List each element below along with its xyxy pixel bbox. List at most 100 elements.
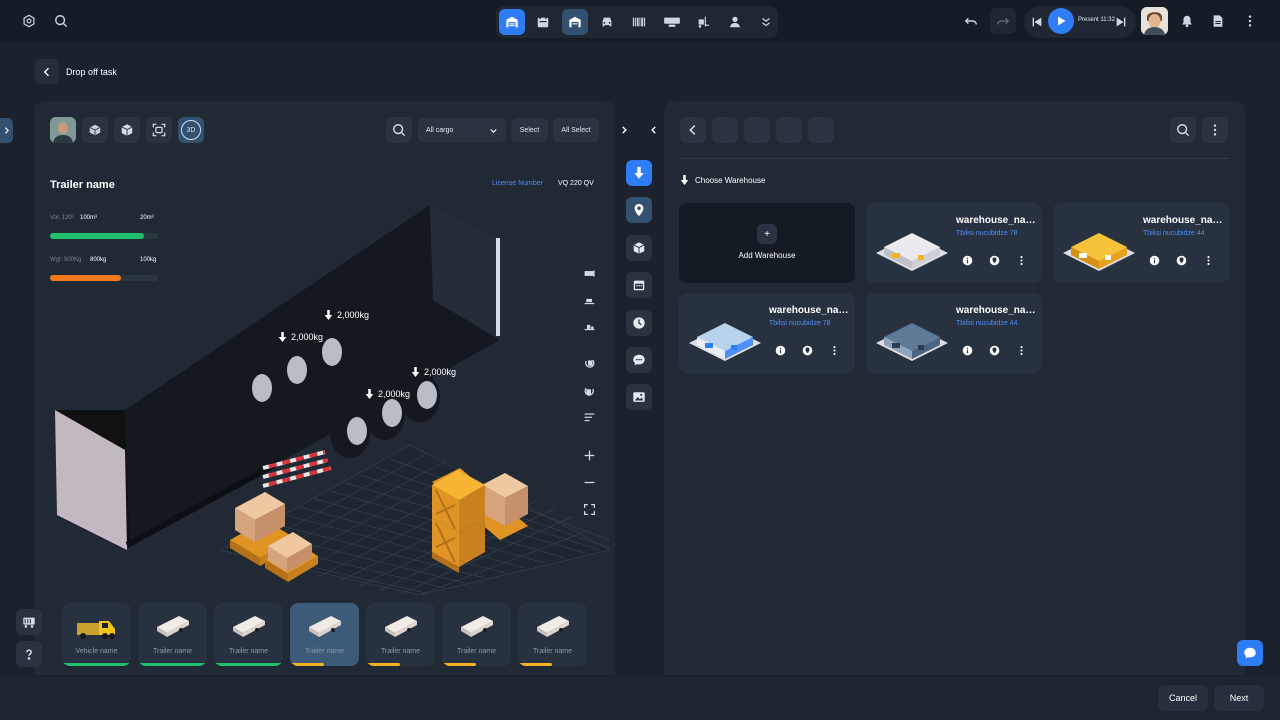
warehouse-card[interactable]: warehouse_name Tbilisi nucubidze 78	[866, 203, 1042, 283]
vehicle-card[interactable]: Vehicle name	[62, 603, 131, 666]
vehicle-card[interactable]: Trailer name	[138, 603, 207, 666]
warehouse-icon[interactable]	[499, 9, 525, 35]
search-icon[interactable]	[48, 8, 74, 34]
undo-icon[interactable]	[958, 8, 984, 34]
select-button[interactable]: Select	[511, 118, 548, 142]
car-icon[interactable]	[594, 9, 620, 35]
next-icon[interactable]	[1110, 9, 1132, 35]
arrow-down-icon	[365, 389, 374, 399]
add-warehouse-card[interactable]: + Add Warehouse	[679, 203, 855, 283]
truck-view-icon[interactable]	[578, 315, 600, 337]
chevrons-down-icon[interactable]	[754, 9, 778, 35]
info-icon[interactable]	[958, 341, 976, 359]
chevron-right-icon	[4, 127, 9, 134]
help-button[interactable]	[16, 641, 42, 667]
forklift-icon[interactable]	[690, 9, 716, 35]
warehouse-back-button[interactable]	[680, 117, 706, 143]
driver-avatar[interactable]	[50, 117, 76, 143]
info-icon[interactable]	[771, 341, 789, 359]
info-icon[interactable]	[958, 251, 976, 269]
forklift-view-icon[interactable]	[578, 289, 600, 311]
collapse-left-button[interactable]	[648, 122, 660, 138]
view-3d-button[interactable]: 3D	[178, 117, 204, 143]
settings-icon[interactable]	[16, 8, 42, 34]
pin-icon[interactable]	[985, 251, 1003, 269]
vehicle-card[interactable]: Trailer name	[518, 603, 587, 666]
sort-icon[interactable]	[578, 406, 600, 428]
warehouse-card[interactable]: warehouse_name Tbilisi nucubidze 44	[866, 293, 1042, 373]
step-tab-3[interactable]	[776, 117, 802, 143]
warehouse-menu-button[interactable]	[1202, 117, 1228, 143]
footer-bar	[0, 677, 1280, 720]
next-button[interactable]: Next	[1214, 685, 1264, 711]
rotate-right-icon[interactable]	[578, 380, 600, 402]
rotate-left-icon[interactable]	[578, 352, 600, 374]
fullscreen-icon[interactable]	[578, 498, 600, 520]
search-icon	[1177, 124, 1190, 137]
more-vertical-icon[interactable]	[1199, 251, 1217, 269]
axle-weight-4: 2,000kg	[365, 389, 410, 399]
warehouse-card[interactable]: warehouse_name Tbilisi nucubidze 78	[679, 293, 855, 373]
warehouse-illustration	[876, 233, 948, 271]
chat-tab[interactable]	[626, 347, 652, 373]
garage-icon[interactable]	[562, 9, 588, 35]
cancel-button[interactable]: Cancel	[1158, 685, 1208, 711]
calendar-icon[interactable]	[530, 9, 556, 35]
barcode-icon[interactable]	[626, 9, 652, 35]
step-tab-2[interactable]	[744, 117, 770, 143]
cargo-tab[interactable]	[626, 235, 652, 261]
axle-weight-1-value: 2,000kg	[337, 310, 370, 320]
calendar-tab[interactable]	[626, 272, 652, 298]
back-button[interactable]	[35, 59, 59, 84]
bell-icon[interactable]	[1174, 8, 1200, 34]
gallery-tab[interactable]	[626, 384, 652, 410]
help-icon	[26, 649, 32, 660]
avatar[interactable]	[1141, 7, 1168, 35]
cargo-boxes-icon[interactable]	[82, 117, 108, 143]
collapse-right-button[interactable]	[618, 122, 630, 138]
scan-box-icon[interactable]	[146, 117, 172, 143]
truck-list-icon[interactable]	[658, 9, 686, 35]
more-vertical-icon[interactable]	[825, 341, 843, 359]
support-chat-button[interactable]	[1237, 640, 1263, 666]
time-tab[interactable]	[626, 310, 652, 336]
drop-off-tab[interactable]	[626, 160, 652, 186]
user-icon[interactable]	[722, 9, 748, 35]
warehouse-address: Tbilisi nucubidze 44	[1143, 230, 1205, 237]
trailer-view-icon[interactable]	[578, 262, 600, 284]
search-cargo-button[interactable]	[386, 117, 412, 143]
location-tab[interactable]	[626, 197, 652, 223]
more-vertical-icon[interactable]	[1237, 8, 1263, 34]
vehicle-card[interactable]: Trailer name	[366, 603, 435, 666]
warehouse-card[interactable]: warehouse_name Tbilisi nucubidze 44	[1053, 203, 1229, 283]
redo-icon[interactable]	[990, 8, 1016, 34]
vehicle-label: Vehicle name	[75, 648, 118, 655]
document-icon[interactable]	[1205, 8, 1231, 34]
zoom-out-icon[interactable]	[578, 471, 600, 493]
warehouse-search-button[interactable]	[1170, 117, 1196, 143]
pin-icon[interactable]	[1172, 251, 1190, 269]
expand-sidebar-button[interactable]	[0, 118, 13, 143]
vehicle-card[interactable]: Trailer name	[442, 603, 511, 666]
vehicle-card[interactable]: Trailer name	[214, 603, 283, 666]
step-tab-4[interactable]	[808, 117, 834, 143]
play-button[interactable]	[1048, 8, 1074, 34]
search-icon	[393, 124, 406, 137]
pin-icon[interactable]	[798, 341, 816, 359]
box-icon[interactable]	[114, 117, 140, 143]
pin-icon[interactable]	[985, 341, 1003, 359]
previous-icon[interactable]	[1026, 9, 1048, 35]
truck-fleet-button[interactable]	[16, 609, 42, 635]
plus-icon: +	[757, 224, 777, 244]
cargo-filter-value: All cargo	[426, 126, 454, 134]
play-icon	[1058, 16, 1066, 26]
info-icon[interactable]	[1145, 251, 1163, 269]
step-tab-1[interactable]	[712, 117, 738, 143]
more-vertical-icon[interactable]	[1012, 341, 1030, 359]
cargo-filter-select[interactable]: All cargo	[418, 118, 506, 142]
vehicle-card[interactable]: Trailer name	[290, 603, 359, 666]
more-vertical-icon[interactable]	[1012, 251, 1030, 269]
zoom-in-icon[interactable]	[578, 444, 600, 466]
image-icon	[633, 392, 645, 402]
all-select-button[interactable]: All Select	[553, 118, 599, 142]
